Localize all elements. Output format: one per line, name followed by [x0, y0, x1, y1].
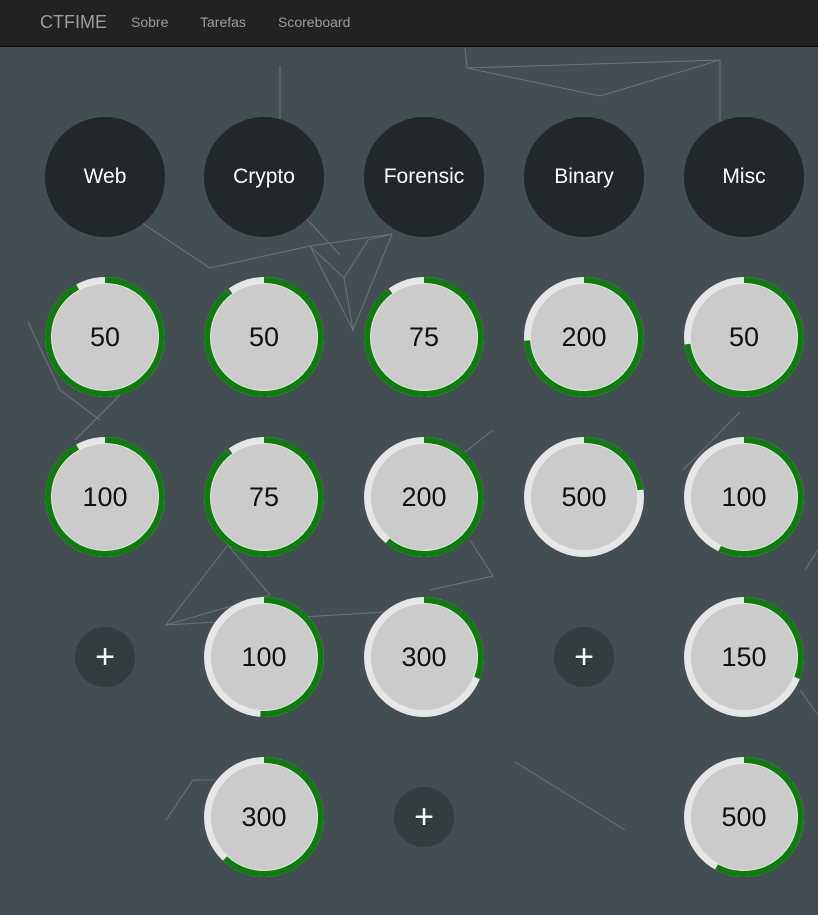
task-points: 50: [52, 284, 158, 390]
task-misc-100[interactable]: 100: [684, 437, 804, 557]
category-crypto: Crypto: [204, 117, 324, 237]
add-task-button-web[interactable]: +: [75, 627, 135, 687]
task-forensic-200[interactable]: 200: [364, 437, 484, 557]
category-forensic: Forensic: [364, 117, 484, 237]
task-web-100[interactable]: 100: [45, 437, 165, 557]
task-crypto-75[interactable]: 75: [204, 437, 324, 557]
task-points: 75: [371, 284, 477, 390]
task-forensic-75[interactable]: 75: [364, 277, 484, 397]
task-web-50[interactable]: 50: [45, 277, 165, 397]
category-binary: Binary: [524, 117, 644, 237]
task-misc-50[interactable]: 50: [684, 277, 804, 397]
nav-link-scoreboard[interactable]: Scoreboard: [278, 14, 350, 30]
task-crypto-300[interactable]: 300: [204, 757, 324, 877]
add-task-button-forensic[interactable]: +: [394, 787, 454, 847]
task-points: 150: [691, 604, 797, 710]
task-points: 200: [371, 444, 477, 550]
task-crypto-100[interactable]: 100: [204, 597, 324, 717]
task-points: 50: [211, 284, 317, 390]
task-points: 200: [531, 284, 637, 390]
task-points: 300: [371, 604, 477, 710]
task-crypto-50[interactable]: 50: [204, 277, 324, 397]
task-points: 100: [691, 444, 797, 550]
brand-link[interactable]: CTFIME: [40, 12, 107, 33]
task-points: 100: [52, 444, 158, 550]
task-points: 75: [211, 444, 317, 550]
add-task-button-binary[interactable]: +: [554, 627, 614, 687]
task-points: 500: [531, 444, 637, 550]
task-points: 100: [211, 604, 317, 710]
category-misc: Misc: [684, 117, 804, 237]
task-binary-200[interactable]: 200: [524, 277, 644, 397]
task-points: 300: [211, 764, 317, 870]
task-misc-150[interactable]: 150: [684, 597, 804, 717]
nav-link-sobre[interactable]: Sobre: [131, 14, 168, 30]
task-binary-500[interactable]: 500: [524, 437, 644, 557]
task-forensic-300[interactable]: 300: [364, 597, 484, 717]
task-points: 50: [691, 284, 797, 390]
top-navbar: CTFIME Sobre Tarefas Scoreboard: [0, 0, 818, 47]
task-points: 500: [691, 764, 797, 870]
category-web: Web: [45, 117, 165, 237]
task-misc-500[interactable]: 500: [684, 757, 804, 877]
nav-link-tarefas[interactable]: Tarefas: [200, 14, 246, 30]
